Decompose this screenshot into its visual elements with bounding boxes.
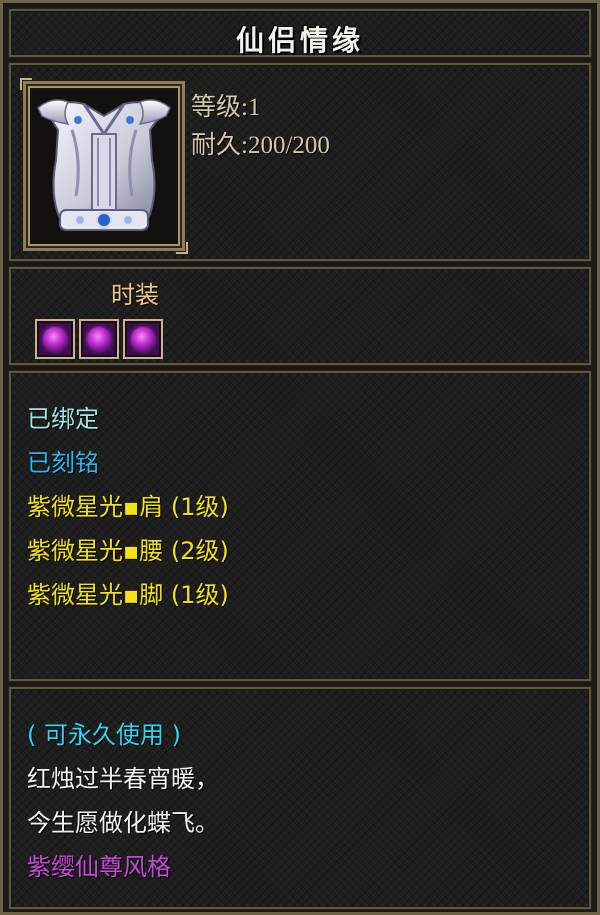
- attribute-shoulder: 紫微星光▪肩 (1级): [27, 493, 229, 521]
- purple-gem-icon[interactable]: [35, 319, 75, 359]
- item-info-panel: 等级:1 耐久:200/200: [9, 63, 591, 261]
- item-durability: 耐久:200/200: [191, 132, 330, 159]
- purple-gem-icon[interactable]: [79, 319, 119, 359]
- item-icon-frame[interactable]: [20, 78, 188, 254]
- gem-slots: [35, 319, 163, 359]
- item-name: 仙侣情缘: [235, 24, 364, 57]
- item-type-panel: 时装: [9, 267, 591, 365]
- title-panel: 仙侣情缘: [9, 9, 591, 57]
- white-armor-vest-icon: [32, 90, 176, 242]
- item-category: 时装: [111, 281, 159, 309]
- bound-status: 已绑定: [27, 405, 99, 433]
- flavor-text-line-1: 红烛过半春宵暖，: [27, 765, 219, 793]
- style-set-name: 紫缨仙尊风格: [27, 853, 171, 881]
- item-level: 等级:1: [191, 94, 261, 121]
- attribute-waist: 紫微星光▪腰 (2级): [27, 537, 229, 565]
- purple-gem-icon[interactable]: [123, 319, 163, 359]
- usage-duration: ( 可永久使用 ): [27, 721, 181, 749]
- item-tooltip: 仙侣情缘 等级:1 耐久:200/200 时装 已绑定 已刻铭 紫微星光▪肩 (…: [0, 0, 600, 915]
- item-description-panel: ( 可永久使用 ) 红烛过半春宵暖， 今生愿做化蝶飞。 紫缨仙尊风格: [9, 687, 591, 909]
- flavor-text-line-2: 今生愿做化蝶飞。: [27, 809, 219, 837]
- item-attributes-panel: 已绑定 已刻铭 紫微星光▪肩 (1级) 紫微星光▪腰 (2级) 紫微星光▪脚 (…: [9, 371, 591, 681]
- engraved-status: 已刻铭: [27, 449, 99, 477]
- attribute-feet: 紫微星光▪脚 (1级): [27, 581, 229, 609]
